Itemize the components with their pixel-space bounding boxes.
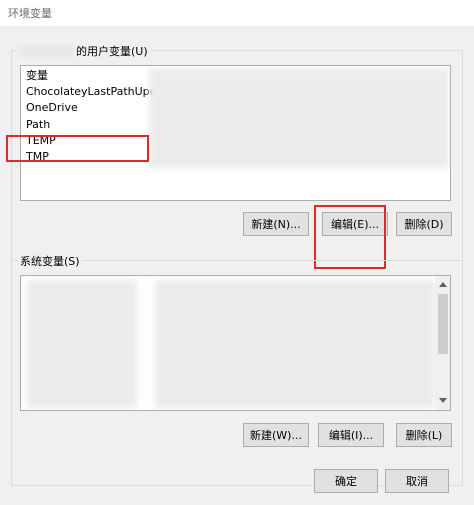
system-variables-list[interactable] xyxy=(20,275,451,411)
user-variables-label: 的用户变量(U) xyxy=(18,43,150,59)
system-list-scrollbar[interactable] xyxy=(435,276,450,410)
system-new-button[interactable]: 新建(W)... xyxy=(243,423,309,447)
list-item-path[interactable]: Path xyxy=(26,117,50,133)
blurred-system-values xyxy=(155,280,435,408)
user-variables-label-text: 的用户变量(U) xyxy=(76,45,148,58)
user-variables-list[interactable]: 变量 ChocolateyLastPathUpdate OneDrive Pat… xyxy=(20,65,451,201)
system-delete-button[interactable]: 删除(L) xyxy=(396,423,452,447)
ok-button[interactable]: 确定 xyxy=(314,469,378,493)
title-bar: 环境变量 xyxy=(0,0,474,26)
column-header-variable[interactable]: 变量 xyxy=(26,68,48,84)
user-variables-group: 的用户变量(U) 变量 ChocolateyLastPathUpdate One… xyxy=(6,43,463,269)
scroll-down-icon[interactable] xyxy=(439,398,447,403)
list-item-temp[interactable]: TEMP xyxy=(26,133,56,149)
user-new-button[interactable]: 新建(N)... xyxy=(243,212,309,236)
system-edit-button[interactable]: 编辑(I)... xyxy=(318,423,384,447)
dialog-client: 的用户变量(U) 变量 ChocolateyLastPathUpdate One… xyxy=(0,26,474,505)
blurred-values-column xyxy=(149,68,449,168)
window-title: 环境变量 xyxy=(8,7,52,20)
list-item-tmp[interactable]: TMP xyxy=(26,149,49,165)
blurred-username xyxy=(20,45,74,57)
user-edit-button[interactable]: 编辑(E)... xyxy=(322,212,388,236)
user-delete-button[interactable]: 删除(D) xyxy=(396,212,452,236)
system-variables-label: 系统变量(S) xyxy=(18,253,82,269)
blurred-system-names xyxy=(27,280,137,408)
scroll-up-icon[interactable] xyxy=(439,282,447,287)
scroll-thumb[interactable] xyxy=(438,294,448,354)
system-variables-group: 系统变量(S) 新建(W)... 编辑(I)... 删除(L) xyxy=(11,253,463,486)
system-variables-label-text: 系统变量(S) xyxy=(20,255,80,268)
list-item-onedrive[interactable]: OneDrive xyxy=(26,100,78,116)
cancel-button[interactable]: 取消 xyxy=(385,469,449,493)
